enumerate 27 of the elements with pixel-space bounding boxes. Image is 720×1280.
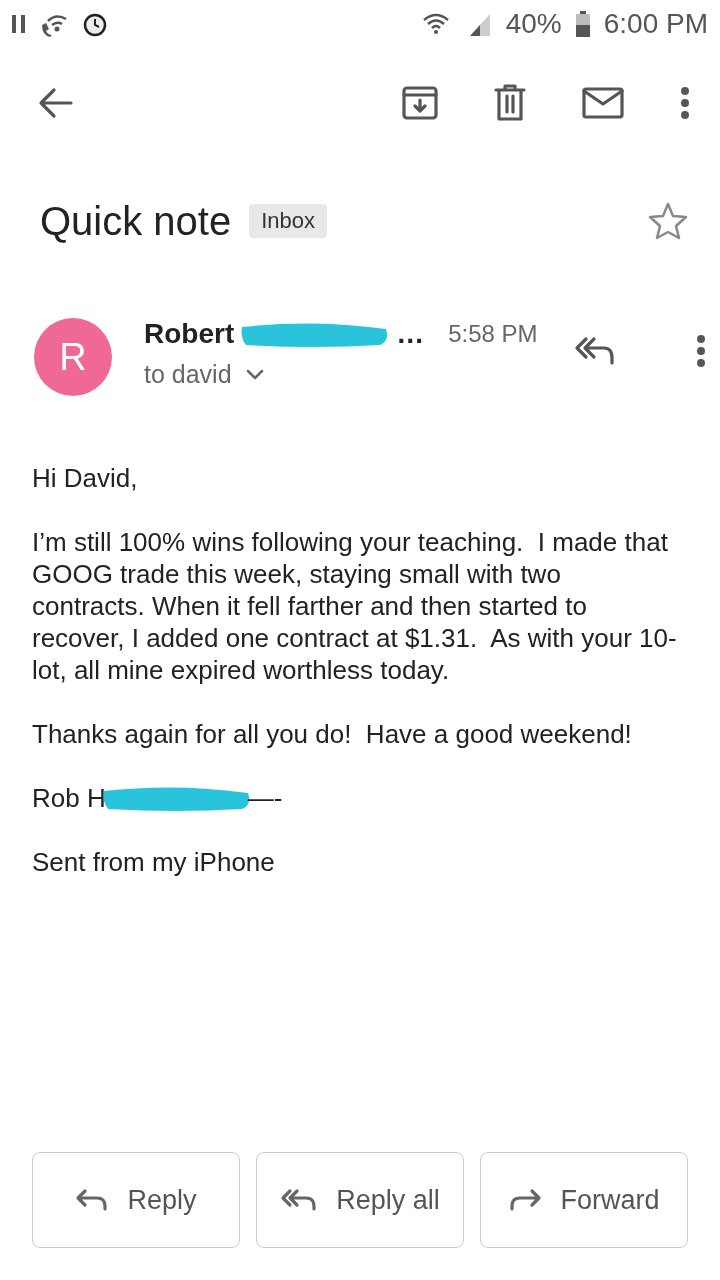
reply-button[interactable]: Reply [32,1152,240,1248]
battery-icon [575,11,590,37]
signal-icon [467,12,492,36]
pause-icon [12,15,26,33]
battery-percent: 40% [505,8,562,40]
inbox-label: Inbox [249,204,328,238]
more-options-icon [680,86,690,120]
body-paragraph: Hi David, [32,462,139,494]
signature-text: Rob H [32,782,106,814]
reply-all-icon [280,1188,319,1212]
alarm-clock-icon [82,11,108,37]
forward-button[interactable]: Forward [480,1152,688,1248]
body-paragraph: Thanks again for all you do! Have a good weekend! [32,718,633,750]
reply-icon [75,1188,110,1212]
body-paragraph: I’m still 100% wins following your teaching. I made that GOOG trade this week, staying small with two contracts. When it fell farther and then started to recover, I added one contract at $1.31. As with your 10-lot, all mine expired worthless today. [32,526,678,686]
signature-dash: —- [247,782,283,814]
sender-avatar: R [34,318,112,396]
clock-time: 6:00 PM [603,8,708,40]
reply-all-button[interactable]: Reply all [256,1152,464,1248]
forward-icon [508,1188,543,1212]
message-time: 5:58 PM [448,320,538,348]
ellipsis: … [396,318,425,350]
more-options-icon [695,334,706,368]
sender-name: Robert [144,318,235,350]
recipient-text: to david [144,360,232,389]
email-subject: Quick note [40,198,232,244]
signature-footer: Sent from my iPhone [32,846,680,878]
